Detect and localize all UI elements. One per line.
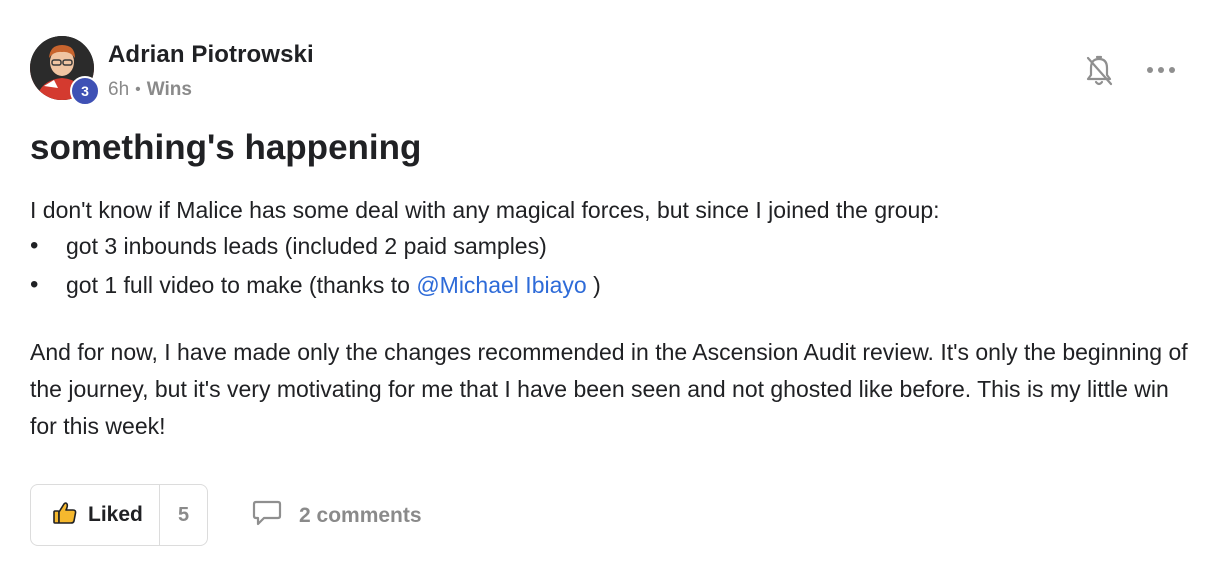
post-category[interactable]: Wins <box>147 79 192 101</box>
meta-separator: • <box>135 81 141 98</box>
list-item: got 1 full video to make (thanks to @Mic… <box>30 270 601 309</box>
post-body: And for now, I have made only the change… <box>30 339 1188 439</box>
comments-button[interactable]: 2 comments <box>252 499 422 532</box>
author-name[interactable]: Adrian Piotrowski <box>108 41 314 69</box>
comments-label: 2 comments <box>299 503 422 527</box>
bullet-text-prefix: got 1 full video to make (thanks to <box>66 272 417 298</box>
thumbs-up-icon <box>52 500 78 531</box>
post-intro: I don't know if Malice has some deal wit… <box>30 197 940 223</box>
post-meta: 6h • Wins <box>108 79 192 101</box>
like-button[interactable]: Liked <box>31 485 160 545</box>
bullet-text: got 3 inbounds leads (included 2 paid sa… <box>66 233 547 259</box>
like-control: Liked 5 <box>30 484 208 546</box>
bell-muted-icon[interactable] <box>1084 54 1114 88</box>
speech-bubble-icon <box>252 499 282 532</box>
author-avatar[interactable]: 3 <box>30 36 100 106</box>
post-bullet-list: got 3 inbounds leads (included 2 paid sa… <box>30 231 601 309</box>
post-title: something's happening <box>30 128 422 167</box>
mention-link[interactable]: @Michael Ibiayo <box>416 272 586 298</box>
post-time: 6h <box>108 79 130 100</box>
like-count[interactable]: 5 <box>160 485 207 545</box>
post-card: 3 Adrian Piotrowski 6h • Wins something'… <box>0 0 1230 568</box>
bullet-text-suffix: ) <box>586 272 601 298</box>
more-options-icon[interactable] <box>1146 62 1176 78</box>
level-badge: 3 <box>70 76 100 106</box>
list-item: got 3 inbounds leads (included 2 paid sa… <box>30 231 601 270</box>
like-label: Liked <box>88 503 143 526</box>
